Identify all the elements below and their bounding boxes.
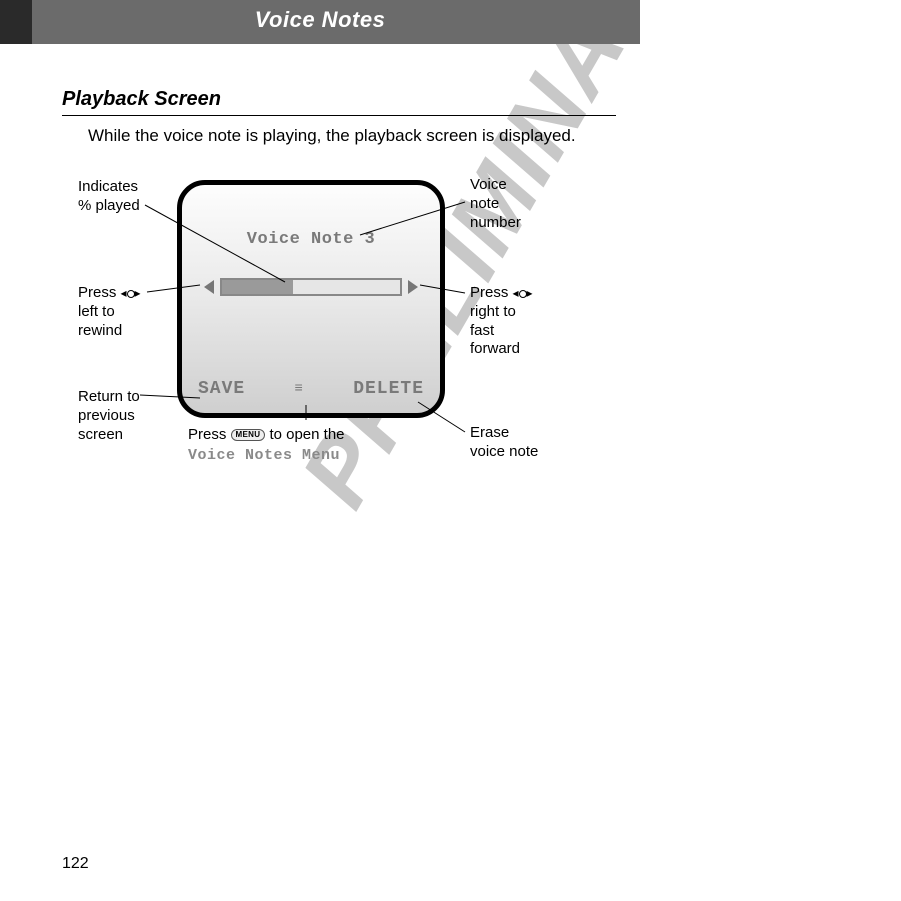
leader-lines [0,0,901,901]
page-number: 122 [62,855,89,873]
